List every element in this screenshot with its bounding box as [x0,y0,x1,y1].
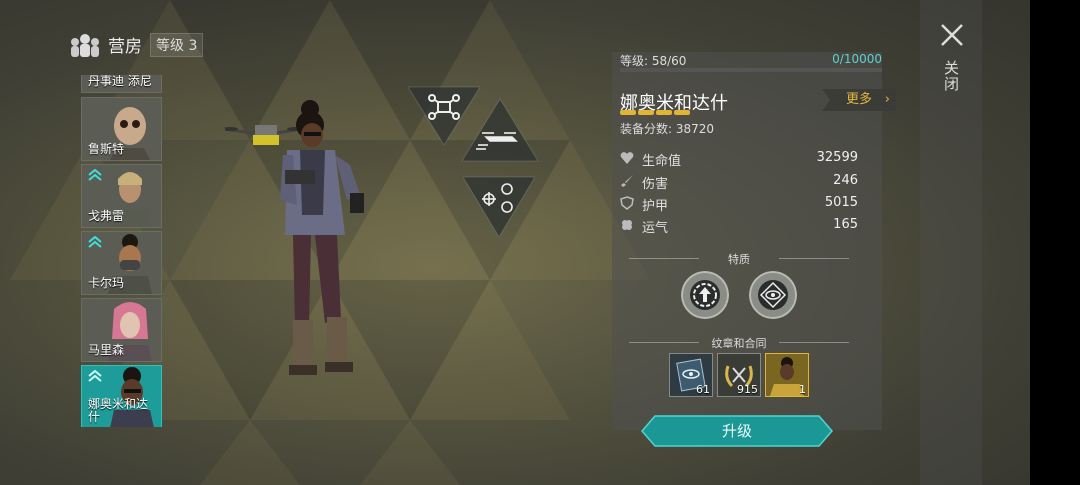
trait-vision-button[interactable] [749,271,797,319]
upgrade-chevron-icon [88,370,102,382]
clover-icon [622,220,632,230]
roster-card-name: 卡尔玛 [88,276,125,290]
close-icon[interactable] [937,20,967,50]
roster-card-name: 鲁斯特 [88,142,125,156]
roster-card-5[interactable]: 娜奥米和达什 [81,365,162,427]
skill-flight-button[interactable] [460,97,540,163]
hero-character [225,100,364,375]
stat-row-damage: 伤害 246 [620,173,858,192]
hero-star-rating [620,110,690,115]
trait-upgrade-button[interactable] [681,271,729,319]
chevron-right-icon: › [884,92,890,107]
badge-hero-contract[interactable]: 1 [765,353,809,397]
stat-value: 165 [833,217,858,232]
stat-row-health: 生命值 32599 [620,150,858,169]
star-pip [620,110,636,115]
stat-label: 护甲 [642,199,669,214]
close-label[interactable]: 关闭 [944,60,960,92]
stat-row-armor: 护甲 5015 [620,195,858,214]
upgrade-button[interactable]: 升级 [641,415,833,447]
stat-label: 伤害 [642,177,669,192]
badge-count: 1 [799,383,806,396]
more-label: 更多 [846,92,873,107]
star-pip [638,110,654,115]
stat-value: 5015 [824,195,858,210]
xp-progress-bar [620,68,882,72]
badges-section-title: 纹章和合同 [625,335,853,351]
roster-card-name: 马里森 [88,343,125,357]
people-icon [71,33,99,57]
page-title: 营房 [108,37,142,57]
upgrade-chevron-icon [88,236,102,248]
roster-card-name: 戈弗雷 [88,209,125,223]
stat-row-luck: 运气 165 [620,217,858,236]
badge-count: 61 [696,383,710,396]
roster-card-1[interactable]: 鲁斯特 [81,97,162,161]
badge-count: 915 [737,383,758,396]
drone-companion [225,125,303,145]
barracks-header: 营房 等级 3 [70,32,204,57]
hero-xp-text: 0/10000 [832,52,882,66]
stat-label: 生命值 [642,154,682,169]
roster-card-name: 丹事迪 添尼 [88,75,152,88]
stat-label: 运气 [642,221,669,236]
stat-value: 246 [833,173,858,188]
roster-card-4[interactable]: 马里森 [81,298,162,362]
sword-icon [621,175,633,187]
shield-icon [620,196,634,210]
star-pip [674,110,690,115]
star-pip [656,110,672,115]
upgrade-chevron-icon [88,169,102,181]
stat-value: 32599 [816,150,858,165]
screen-edge-bar [1030,0,1080,485]
roster-card-3[interactable]: 卡尔玛 [81,231,162,295]
roster-card-0[interactable]: 丹事迪 添尼 [81,75,162,93]
gear-score: 装备分数: 38720 [620,122,715,136]
heart-icon [620,152,634,164]
skill-target-button[interactable] [463,175,535,237]
roster-card-2[interactable]: 戈弗雷 [81,164,162,228]
hero-level-text: 等级: 58/60 [620,54,687,68]
badge-laurel-emblem[interactable]: 915 [717,353,761,397]
barracks-level-badge: 等级 3 [150,32,204,57]
badge-eye-emblem[interactable]: 61 [669,353,713,397]
traits-section-title: 特质 [625,251,853,267]
upgrade-label: 升级 [721,422,752,440]
hero-roster-list[interactable]: 丹事迪 添尼 鲁斯特 戈弗雷 卡尔玛 马里森 娜奥米和达什 [80,75,162,427]
more-button[interactable]: 更多 › [822,89,896,111]
roster-card-name: 娜奥米和达什 [88,397,149,424]
